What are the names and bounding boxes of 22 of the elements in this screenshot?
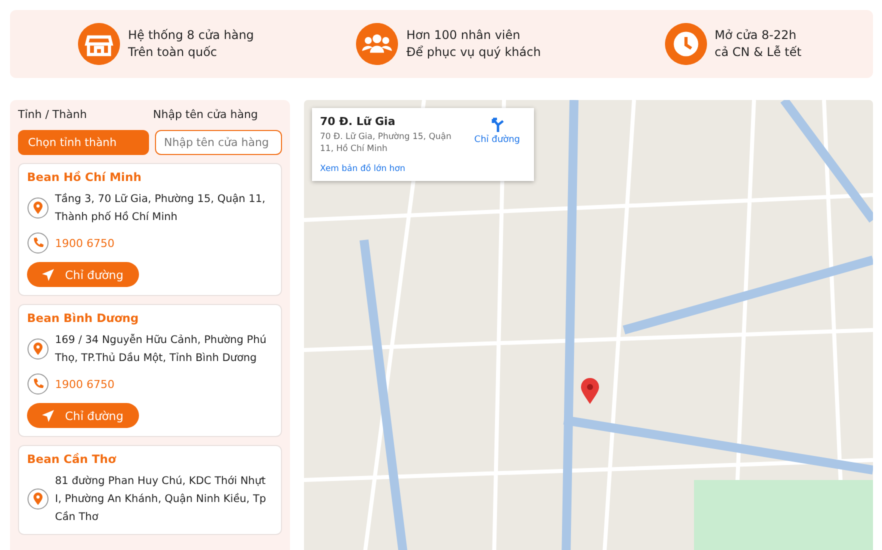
store-name-label: Nhập tên cửa hàng [153,108,259,121]
place-title: 70 Đ. Lữ Gia [320,115,396,128]
map-directions-button[interactable]: Chỉ đường [468,115,526,155]
store-phone: 1900 6750 [55,236,114,250]
store-phone: 1900 6750 [55,378,114,390]
directions-button[interactable]: Chỉ đường [27,403,139,428]
larger-map-link[interactable]: Xem bản đồ lớn hơn [320,164,526,174]
map-view[interactable]: 70 Đ. Lữ Gia 70 Đ. Lữ Gia, Phường 15, Quận 11, Hồ Chí Minh Chỉ đường Xem bản đồ lớn hơn [304,100,873,550]
store-name: Bean Cần Thơ [27,452,118,466]
store-address: 81 đường Phan Huy Chú, KDC Thới Nhựt I, Phường An Khánh, Quận Ninh Kiều, Tp Cần Thơ [55,474,268,525]
province-label: Tỉnh / Thành [18,108,88,121]
store-name: Bean Bình Dương [27,311,140,325]
directions-button[interactable]: Chỉ đường [27,262,139,287]
feature-text: Hệ thống 8 cửa hàng Trên toàn quốc [128,27,254,61]
feature-text: Mở cửa 8-22h cả CN & Lễ tết [714,27,802,61]
store-name: Bean Hồ Chí Minh [27,170,142,184]
store-address: Tầng 3, 70 Lữ Gia, Phường 15, Quận 11, Thành phố Hồ Chí Minh [55,192,266,225]
province-dropdown[interactable]: Chọn tỉnh thành [18,130,149,155]
store-search-field[interactable]: Nhập tên cửa hàng [155,130,282,155]
store-address: 169 / 34 Nguyễn Hữu Cảnh, Phường Phú Thọ, TP.Thủ Dầu Một, Tỉnh Bình Dương [55,332,268,366]
place-address: 70 Đ. Lữ Gia, Phường 15, Quận 11, Hồ Chí Minh [320,131,452,155]
feature-text: Hơn 100 nhân viên Để phục vụ quý khách [406,27,541,61]
